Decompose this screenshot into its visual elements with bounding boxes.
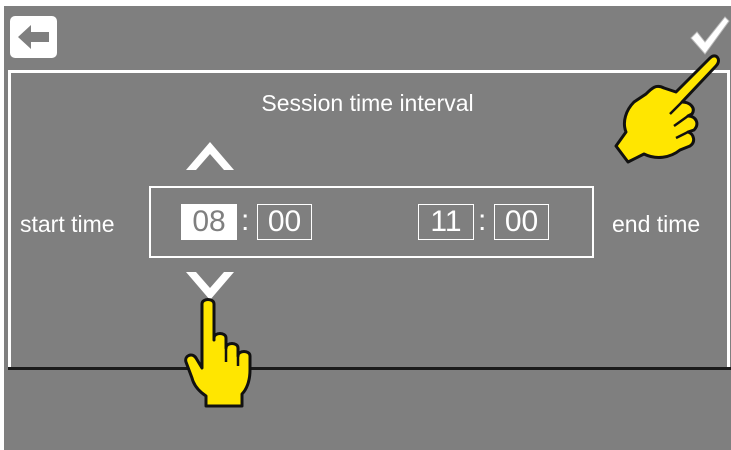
start-time-separator: : [241,204,250,237]
pointing-hand-icon [184,298,252,408]
back-button[interactable] [10,16,57,58]
start-minutes-field[interactable]: 00 [257,204,312,240]
end-time-separator: : [478,204,487,237]
start-hours-field[interactable]: 08 [181,204,237,240]
bottom-divider [8,367,731,370]
pointing-hand-icon [614,54,720,164]
display-screen: Session time interval start time end tim… [4,6,731,450]
end-hours-field[interactable]: 11 [418,204,474,240]
end-time-label: end time [612,211,701,237]
end-minutes-field[interactable]: 00 [494,204,549,240]
start-time-label: start time [20,211,115,237]
arrow-left-icon [17,25,49,49]
chevron-up-icon[interactable] [184,134,236,174]
